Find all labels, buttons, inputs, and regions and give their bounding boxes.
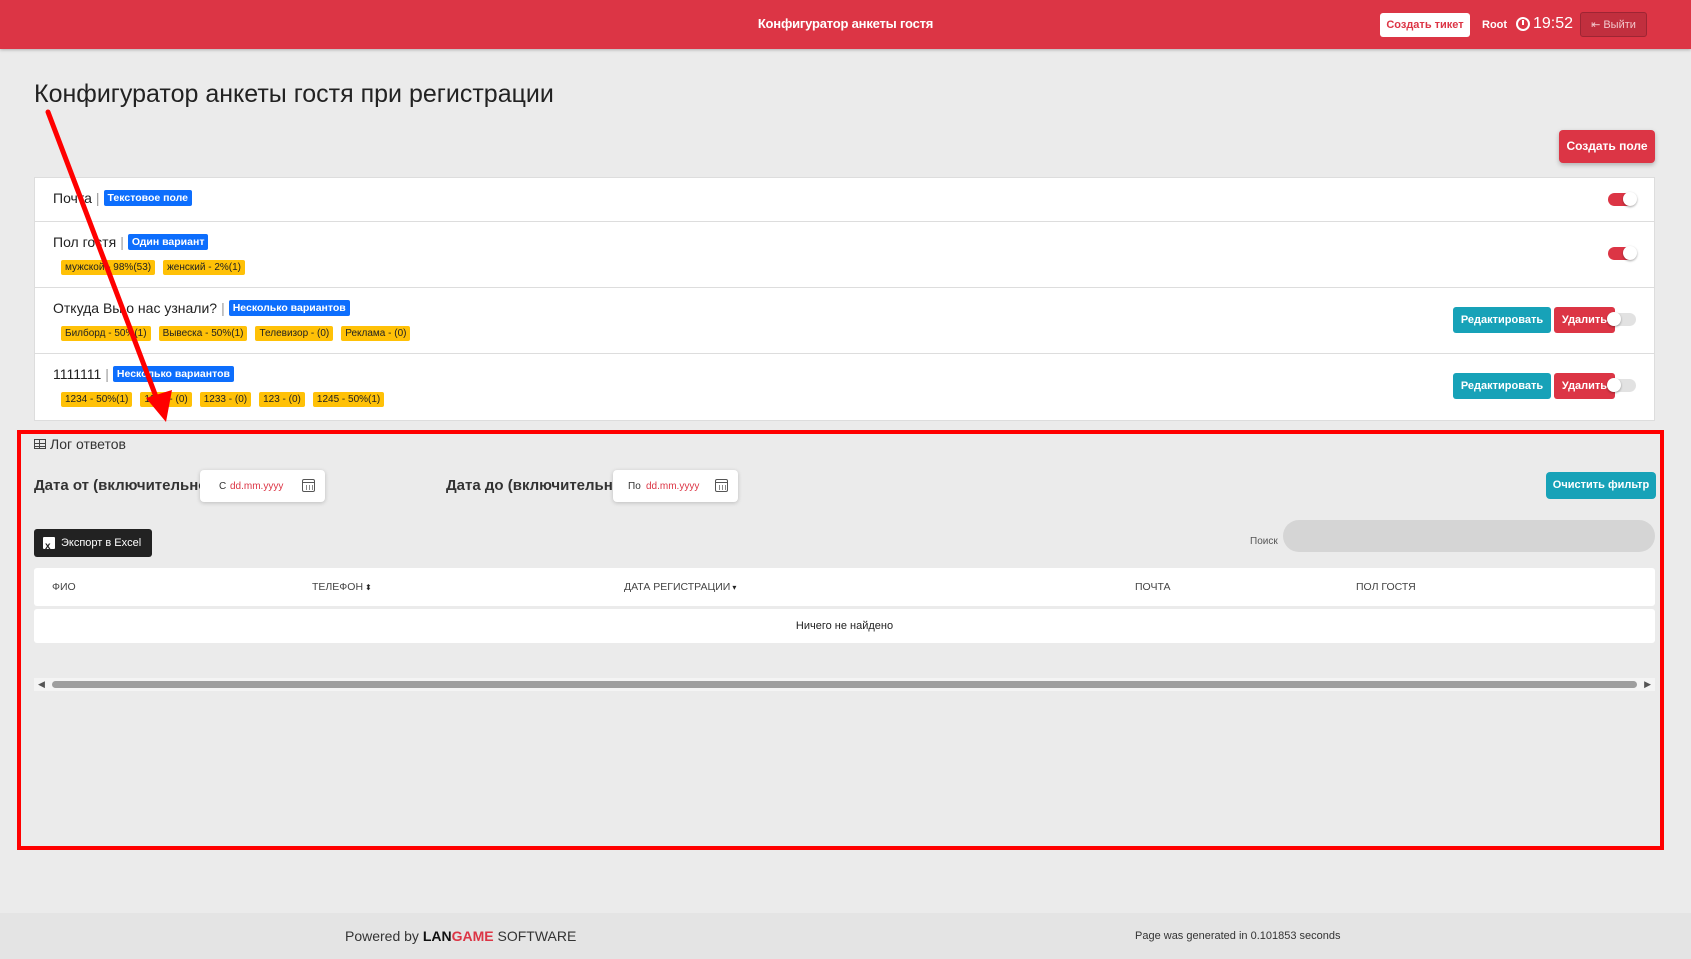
brand-lan: LAN <box>422 928 452 944</box>
separator: | <box>105 366 109 382</box>
export-excel-button[interactable]: Экспорт в Excel <box>34 529 152 561</box>
excel-icon <box>43 533 55 561</box>
toggle-knob <box>1607 378 1621 392</box>
logout-icon: ⇤ <box>1591 19 1604 31</box>
field-options: мужской - 98%(53) женский - 2%(1) <box>61 260 245 275</box>
log-title-text: Лог ответов <box>50 436 126 452</box>
field-toggle[interactable] <box>1608 246 1637 260</box>
field-type-badge: Несколько вариантов <box>112 366 234 382</box>
powered-by: Powered by LANGAME SOFTWARE <box>345 928 576 944</box>
logout-label: Выйти <box>1603 19 1636 31</box>
column-header-reg-date[interactable]: ДАТА РЕГИСТРАЦИИ ▾ <box>624 581 736 593</box>
toggle-knob <box>1607 312 1621 326</box>
calendar-icon[interactable] <box>302 479 315 492</box>
field-name: Пол гостя <box>53 234 117 250</box>
field-head: Откуда Вы о нас узнали? | Несколько вари… <box>53 300 350 316</box>
create-ticket-button[interactable]: Создать тикет <box>1380 13 1470 37</box>
date-to-field[interactable]: По dd.mm.yyyy <box>613 470 738 502</box>
user-name[interactable]: Root <box>1482 13 1507 37</box>
field-options: Билборд - 50%(1) Вывеска - 50%(1) Телеви… <box>61 326 411 341</box>
scrollbar-thumb[interactable] <box>52 681 1637 688</box>
field-toggle[interactable] <box>1607 378 1636 392</box>
fields-list: Почта | Текстовое поле Пол гостя | Один … <box>34 177 1655 421</box>
sort-desc-icon: ▾ <box>732 583 737 592</box>
clock-icon <box>1516 17 1530 31</box>
date-from-label: Дата от (включительно) <box>34 477 213 494</box>
scroll-right-icon[interactable]: ▶ <box>1644 678 1651 691</box>
edit-button[interactable]: Редактировать <box>1453 307 1551 333</box>
log-title: Лог ответов <box>34 436 126 452</box>
field-head: Пол гостя | Один вариант <box>53 234 209 250</box>
generation-time: Page was generated in 0.101853 seconds <box>1135 930 1341 942</box>
date-to-prefix: По <box>628 481 641 492</box>
field-type-badge: Несколько вариантов <box>228 300 350 316</box>
powered-by-text: Powered by <box>345 928 419 944</box>
date-to-placeholder: dd.mm.yyyy <box>646 481 700 492</box>
field-row: 1111111 | Несколько вариантов 1234 - 50%… <box>35 354 1654 420</box>
field-name: Почта <box>53 190 92 206</box>
option-badge: Билборд - 50%(1) <box>61 326 151 341</box>
separator: | <box>120 234 124 250</box>
option-badge: 1234 - 50%(1) <box>61 392 133 407</box>
page-title: Конфигуратор анкеты гостя при регистраци… <box>34 80 554 108</box>
brand-software: SOFTWARE <box>497 928 577 944</box>
option-badge: Реклама - (0) <box>341 326 411 341</box>
clock-time: 19:52 <box>1533 15 1574 32</box>
table-icon <box>34 439 46 449</box>
brand-game: GAME <box>451 928 494 944</box>
field-name: Откуда Вы о нас узнали? <box>53 300 218 316</box>
option-badge: 123 - (0) <box>259 392 305 407</box>
date-to-label: Дата до (включительно) <box>446 477 627 494</box>
top-bar: Конфигуратор анкеты гостя Создать тикет … <box>0 0 1691 49</box>
table-empty-message: Ничего не найдено <box>34 609 1655 643</box>
date-from-prefix: С <box>219 481 227 492</box>
separator: | <box>95 190 100 206</box>
field-type-badge: Текстовое поле <box>103 190 192 206</box>
search-input[interactable] <box>1283 520 1655 552</box>
horizontal-scrollbar[interactable]: ◀ ▶ <box>34 678 1655 691</box>
field-head: Почта | Текстовое поле <box>53 190 192 206</box>
field-type-badge: Один вариант <box>127 234 209 250</box>
option-badge: Телевизор - (0) <box>255 326 334 341</box>
field-name: 1111111 <box>53 366 102 382</box>
date-from-field[interactable]: С dd.mm.yyyy <box>200 470 325 502</box>
field-toggle[interactable] <box>1607 312 1636 326</box>
separator: | <box>221 300 225 316</box>
option-badge: 1232 - (0) <box>140 392 192 407</box>
field-toggle[interactable] <box>1608 192 1637 206</box>
option-badge: мужской - 98%(53) <box>61 260 156 275</box>
column-header-gender[interactable]: ПОЛ ГОСТЯ <box>1356 581 1416 593</box>
table-header: ФИО ТЕЛЕФОН ⬍ ДАТА РЕГИСТРАЦИИ ▾ ПОЧТА ПОЛ… <box>34 568 1655 606</box>
delete-button[interactable]: Удалить <box>1554 373 1615 399</box>
column-header-name[interactable]: ФИО <box>52 581 76 593</box>
field-row: Почта | Текстовое поле <box>35 178 1654 222</box>
option-badge: 1245 - 50%(1) <box>312 392 385 407</box>
edit-button[interactable]: Редактировать <box>1453 373 1551 399</box>
sort-icon: ⬍ <box>365 583 372 592</box>
field-options: 1234 - 50%(1) 1232 - (0) 1233 - (0) 123 … <box>61 392 385 407</box>
option-badge: женский - 2%(1) <box>163 260 245 275</box>
calendar-icon[interactable] <box>715 479 728 492</box>
toggle-knob <box>1623 246 1637 260</box>
column-header-reg-date-label: ДАТА РЕГИСТРАЦИИ <box>624 581 731 593</box>
create-field-button[interactable]: Создать поле <box>1559 130 1655 163</box>
field-row: Откуда Вы о нас узнали? | Несколько вари… <box>35 288 1654 354</box>
column-header-phone-label: ТЕЛЕФОН <box>312 581 364 593</box>
delete-button[interactable]: Удалить <box>1554 307 1615 333</box>
field-head: 1111111 | Несколько вариантов <box>53 366 234 382</box>
export-excel-label: Экспорт в Excel <box>61 537 142 549</box>
option-badge: Вывеска - 50%(1) <box>158 326 248 341</box>
logout-button[interactable]: ⇤ Выйти <box>1580 12 1647 37</box>
search-label: Поиск <box>1250 536 1278 547</box>
option-badge: 1233 - (0) <box>199 392 252 407</box>
date-from-placeholder: dd.mm.yyyy <box>230 481 284 492</box>
toggle-knob <box>1623 192 1637 206</box>
clear-filter-button[interactable]: Очистить фильтр <box>1546 472 1656 499</box>
column-header-email[interactable]: ПОЧТА <box>1135 581 1171 593</box>
column-header-phone[interactable]: ТЕЛЕФОН ⬍ <box>312 581 372 593</box>
scroll-left-icon[interactable]: ◀ <box>38 678 45 691</box>
footer: Powered by LANGAME SOFTWARE Page was gen… <box>0 913 1691 959</box>
field-row: Пол гостя | Один вариант мужской - 98%(5… <box>35 222 1654 288</box>
